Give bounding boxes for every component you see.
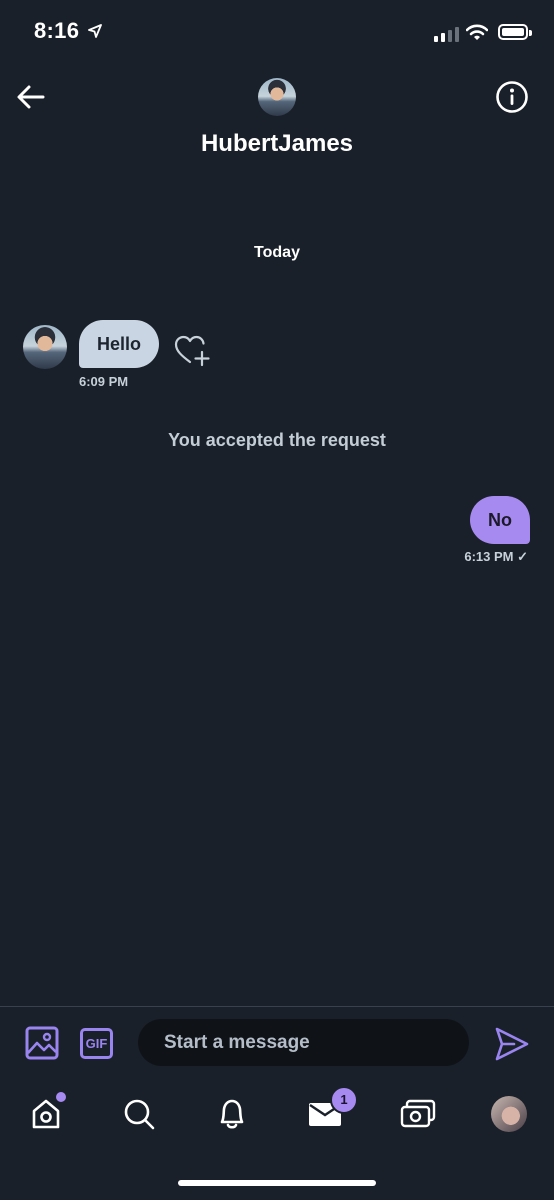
- dm-conversation-screen: 8:16 HubertJames Today Hello 6:09 PM You…: [0, 0, 554, 1200]
- messages-count-badge: 1: [330, 1086, 358, 1114]
- message-timestamp-sent: 6:13 PM ✓: [464, 549, 528, 564]
- sender-avatar[interactable]: [23, 325, 67, 369]
- info-icon[interactable]: [495, 80, 529, 114]
- wifi-icon: [466, 24, 488, 40]
- nav-money[interactable]: [396, 1092, 440, 1136]
- add-reaction-heart-icon[interactable]: [174, 334, 210, 368]
- home-icon: [32, 1099, 60, 1129]
- gif-button[interactable]: GIF: [80, 1028, 113, 1059]
- message-timestamp: 6:09 PM: [79, 374, 129, 389]
- nav-messages[interactable]: 1: [303, 1086, 358, 1136]
- back-arrow-icon[interactable]: [14, 82, 48, 112]
- system-message: You accepted the request: [168, 430, 386, 450]
- search-icon: [124, 1099, 155, 1130]
- nav-home[interactable]: [24, 1092, 68, 1136]
- home-unread-dot: [56, 1092, 66, 1102]
- nav-profile[interactable]: [487, 1092, 531, 1136]
- nav-notifications[interactable]: [210, 1092, 254, 1136]
- home-indicator[interactable]: [178, 1180, 376, 1186]
- incoming-message-bubble[interactable]: Hello: [79, 320, 160, 368]
- outgoing-message-bubble[interactable]: No: [470, 496, 530, 544]
- location-arrow-icon: [88, 24, 102, 38]
- profile-avatar: [491, 1096, 527, 1132]
- bell-icon: [220, 1099, 244, 1129]
- image-icon[interactable]: [25, 1026, 59, 1060]
- message-composer: GIF: [0, 1006, 554, 1079]
- contact-name[interactable]: HubertJames: [0, 130, 554, 158]
- money-icon: [400, 1099, 436, 1128]
- message-input[interactable]: [138, 1019, 469, 1066]
- send-icon[interactable]: [494, 1026, 530, 1062]
- bottom-navigation: 1: [0, 1084, 554, 1148]
- battery-icon: [498, 24, 532, 40]
- status-time: 8:16: [34, 18, 80, 43]
- nav-search[interactable]: [117, 1092, 161, 1136]
- cellular-signal-icon: [434, 26, 459, 42]
- contact-avatar[interactable]: [258, 78, 296, 116]
- date-separator: Today: [254, 244, 300, 261]
